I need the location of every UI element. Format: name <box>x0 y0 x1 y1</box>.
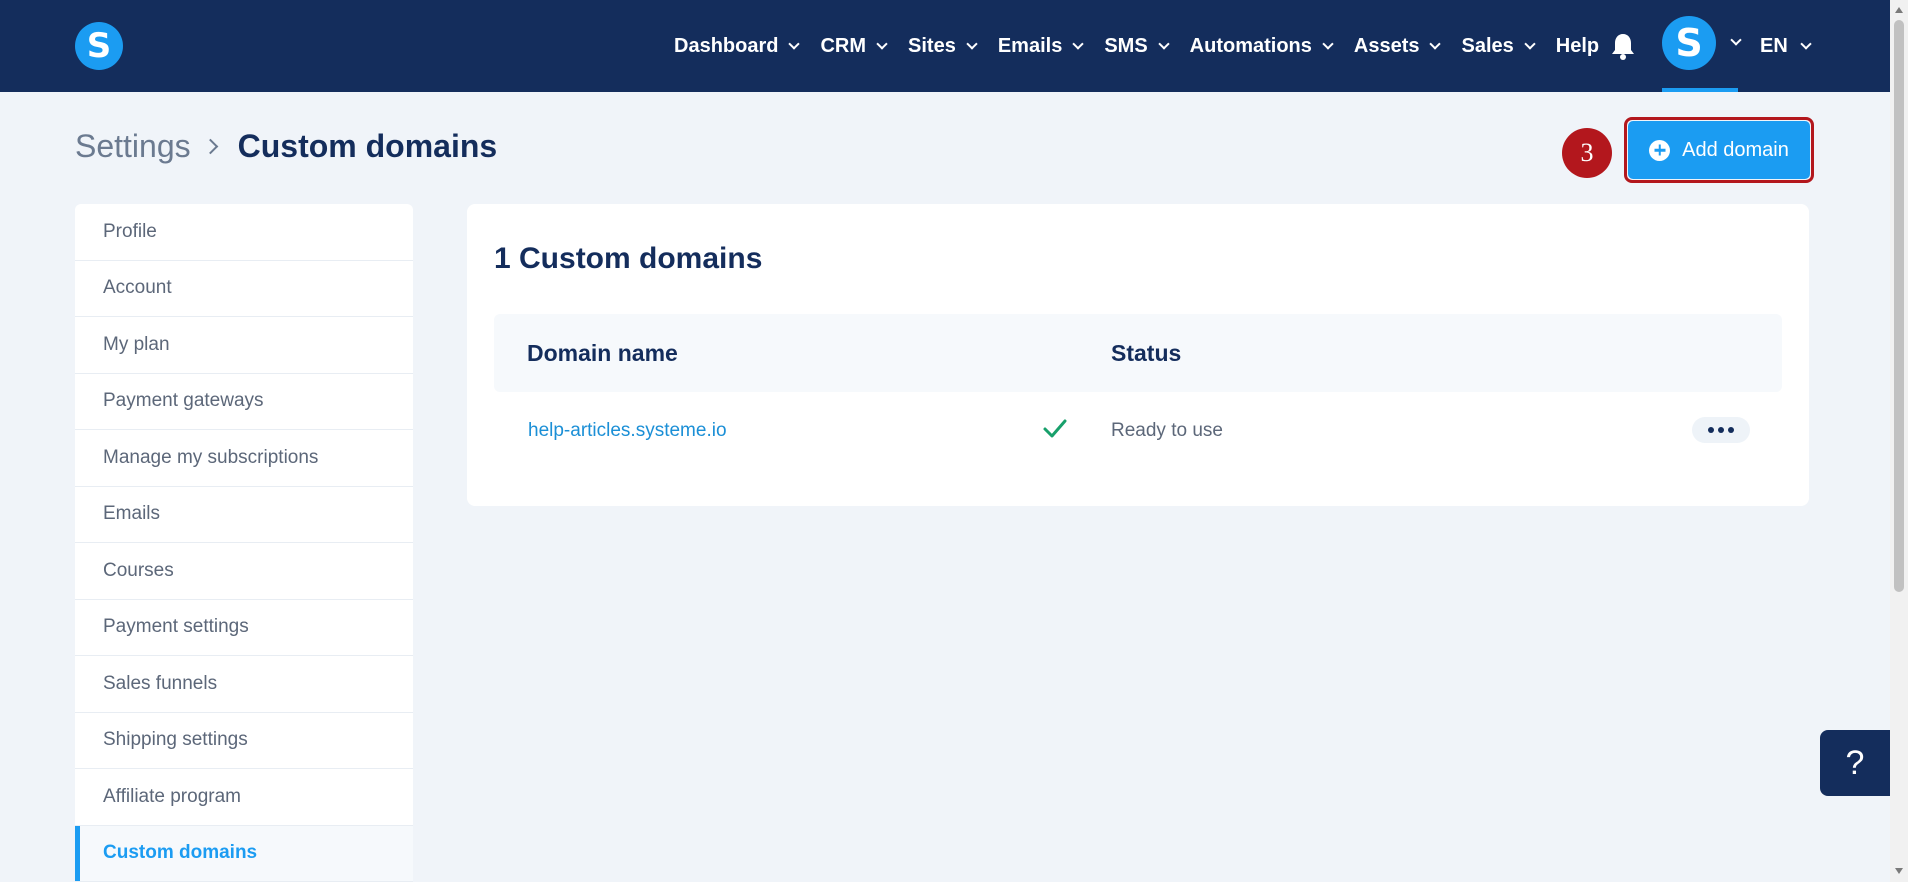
chevron-down-icon <box>1730 34 1742 46</box>
chevron-down-icon <box>876 37 888 50</box>
nav-assets-label: Assets <box>1353 34 1420 57</box>
domain-link[interactable]: help-articles.systeme.io <box>528 420 727 442</box>
nav-help-label: Help <box>1555 34 1600 57</box>
sidebar-item-label: Shipping settings <box>103 729 248 751</box>
sidebar-item-profile[interactable]: Profile <box>75 204 413 261</box>
sidebar-item-label: Courses <box>103 559 174 581</box>
chevron-down-icon <box>1072 37 1084 50</box>
top-navigation-bar: S Dashboard CRM Sites Emails SMS Automat… <box>0 0 1890 92</box>
sidebar-item-label: Manage my subscriptions <box>103 446 319 468</box>
sidebar-item-account[interactable]: Account <box>75 261 413 317</box>
bell-icon[interactable] <box>1610 32 1636 60</box>
page-scrollbar[interactable] <box>1890 0 1908 882</box>
sidebar-item-label: Emails <box>103 503 161 525</box>
systeme-logo[interactable]: S <box>75 22 123 70</box>
nav-sms[interactable]: SMS <box>1104 34 1170 58</box>
sidebar-item-affiliate-program[interactable]: Affiliate program <box>75 769 413 826</box>
language-selector[interactable]: EN <box>1760 0 1812 92</box>
sidebar-item-label: Profile <box>103 220 157 242</box>
scroll-down-arrow-icon[interactable] <box>1895 868 1903 874</box>
nav-sites[interactable]: Sites <box>908 34 978 58</box>
nav-sites-label: Sites <box>908 34 956 57</box>
table-header: Domain name Status <box>494 314 1782 392</box>
nav-sales-label: Sales <box>1461 34 1514 57</box>
nav-emails[interactable]: Emails <box>997 34 1084 58</box>
sidebar-item-label: Sales funnels <box>103 672 218 694</box>
sidebar-item-payment-gateways[interactable]: Payment gateways <box>75 374 413 430</box>
nav-dashboard-label: Dashboard <box>674 34 779 57</box>
scroll-up-arrow-icon[interactable] <box>1895 7 1903 13</box>
settings-sidebar: Profile Account My plan Payment gateways… <box>75 204 413 882</box>
scrollbar-thumb[interactable] <box>1894 20 1904 592</box>
sidebar-item-custom-domains[interactable]: Custom domains <box>75 825 413 882</box>
sidebar-item-shipping-settings[interactable]: Shipping settings <box>75 713 413 769</box>
status-text: Ready to use <box>1111 420 1223 441</box>
add-domain-button[interactable]: Add domain <box>1628 121 1810 179</box>
step-number-badge: 3 <box>1562 128 1612 178</box>
breadcrumb-settings[interactable]: Settings <box>75 128 191 165</box>
more-options-button[interactable] <box>1692 417 1750 443</box>
sidebar-item-courses[interactable]: Courses <box>75 543 413 600</box>
dot-icon <box>1708 427 1714 433</box>
sidebar-item-label: My plan <box>103 333 170 355</box>
chevron-down-icon <box>788 37 801 50</box>
sidebar-item-manage-subscriptions[interactable]: Manage my subscriptions <box>75 430 413 487</box>
sidebar-item-label: Custom domains <box>103 842 258 864</box>
custom-domains-card: 1 Custom domains Domain name Status help… <box>467 204 1809 506</box>
chevron-right-icon <box>202 138 218 155</box>
add-domain-label: Add domain <box>1682 138 1789 161</box>
chevron-down-icon <box>966 37 978 50</box>
nav-assets[interactable]: Assets <box>1353 34 1442 58</box>
table-row: help-articles.systeme.io Ready to use <box>494 392 1782 470</box>
user-menu[interactable]: S <box>1662 16 1742 92</box>
sidebar-item-my-plan[interactable]: My plan <box>75 317 413 374</box>
breadcrumb: Settings Custom domains <box>75 128 497 165</box>
sidebar-item-label: Account <box>103 277 172 299</box>
card-title: 1 Custom domains <box>494 242 763 275</box>
sidebar-item-sales-funnels[interactable]: Sales funnels <box>75 656 413 713</box>
sidebar-item-label: Payment settings <box>103 616 249 638</box>
sidebar-item-emails[interactable]: Emails <box>75 487 413 543</box>
check-icon <box>1043 419 1067 438</box>
help-button[interactable]: ? <box>1820 730 1890 796</box>
nav-sms-label: SMS <box>1104 34 1148 57</box>
dot-icon <box>1728 427 1734 433</box>
nav-emails-label: Emails <box>997 34 1063 57</box>
dot-icon <box>1718 427 1724 433</box>
page-title: Custom domains <box>237 128 498 164</box>
chevron-down-icon <box>1429 37 1442 50</box>
main-nav: Dashboard CRM Sites Emails SMS Automatio… <box>674 0 1621 92</box>
nav-crm[interactable]: CRM <box>820 34 888 58</box>
nav-automations[interactable]: Automations <box>1189 34 1334 58</box>
nav-automations-label: Automations <box>1189 34 1312 57</box>
language-label: EN <box>1760 34 1788 57</box>
nav-dashboard[interactable]: Dashboard <box>674 34 801 58</box>
nav-crm-label: CRM <box>820 34 867 57</box>
chevron-down-icon <box>1322 37 1334 50</box>
plus-circle-icon <box>1649 139 1671 161</box>
column-header-domain: Domain name <box>527 340 678 366</box>
chevron-down-icon <box>1157 37 1170 50</box>
active-nav-indicator <box>1662 88 1738 92</box>
avatar: S <box>1662 16 1716 70</box>
chevron-down-icon <box>1800 37 1812 50</box>
nav-help[interactable]: Help <box>1556 35 1599 58</box>
sidebar-item-label: Affiliate program <box>103 785 241 807</box>
column-header-status: Status <box>1111 340 1182 366</box>
sidebar-item-payment-settings[interactable]: Payment settings <box>75 600 413 656</box>
chevron-down-icon <box>1524 37 1536 50</box>
nav-sales[interactable]: Sales <box>1461 34 1536 58</box>
sidebar-item-label: Payment gateways <box>103 390 264 412</box>
